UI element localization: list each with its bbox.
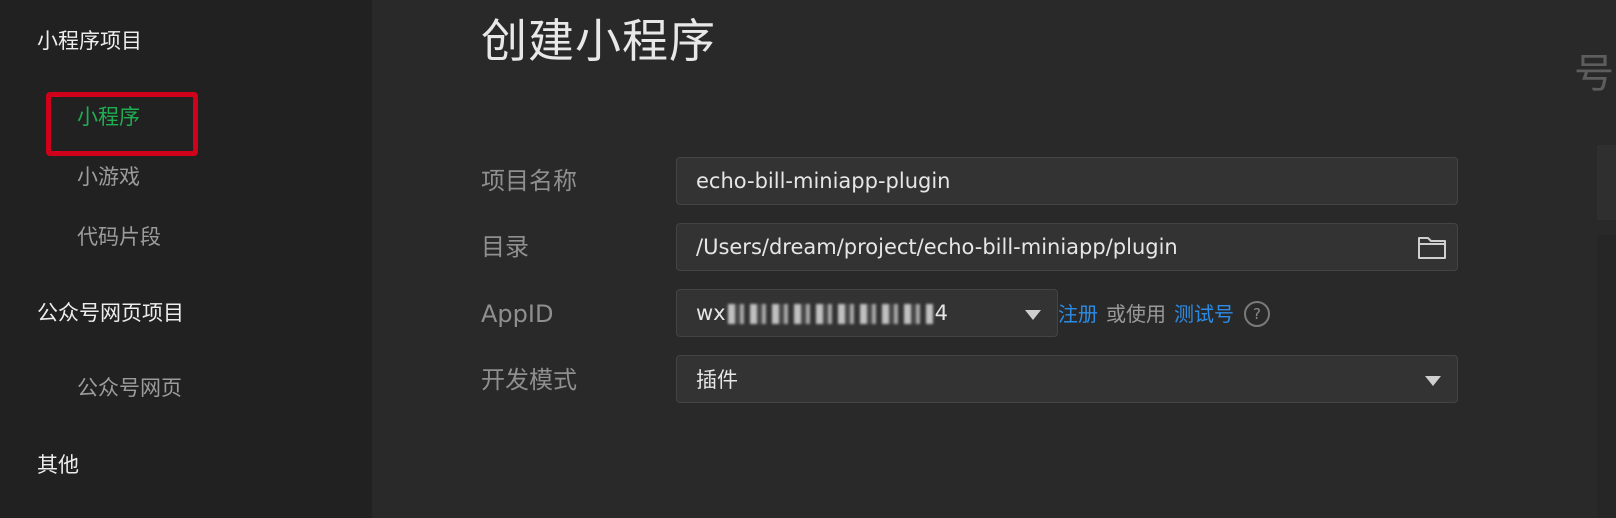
page-title: 创建小程序: [481, 14, 716, 68]
dev-mode-value: 插件: [696, 368, 738, 392]
chevron-down-icon[interactable]: [1025, 310, 1041, 320]
project-name-label: 项目名称: [481, 167, 577, 195]
directory-input[interactable]: /Users/dream/project/echo-bill-miniapp/p…: [676, 223, 1458, 271]
appid-select[interactable]: wx 4: [676, 289, 1058, 337]
edge-panel-lower: [1597, 235, 1616, 518]
create-miniprogram-window: 小程序项目 小程序 小游戏 代码片段 公众号网页项目 公众号网页 其他 创建小程…: [0, 0, 1616, 518]
sidebar-item-code-snippet[interactable]: 代码片段: [77, 227, 161, 248]
sidebar: 小程序项目 小程序 小游戏 代码片段 公众号网页项目 公众号网页 其他: [0, 0, 372, 518]
directory-value: /Users/dream/project/echo-bill-miniapp/p…: [696, 235, 1178, 259]
folder-icon[interactable]: [1417, 234, 1447, 260]
project-name-input[interactable]: echo-bill-miniapp-plugin: [676, 157, 1458, 205]
appid-redacted: [727, 304, 933, 324]
appid-label: AppID: [481, 300, 554, 328]
section-title-miniprogram-project: 小程序项目: [37, 29, 142, 53]
chevron-down-icon[interactable]: [1425, 376, 1441, 386]
sidebar-item-minigame[interactable]: 小游戏: [77, 167, 140, 188]
edge-partial-text: 号: [1574, 54, 1614, 94]
main-panel: 创建小程序 项目名称 echo-bill-miniapp-plugin 目录 /…: [372, 0, 1616, 518]
project-name-value: echo-bill-miniapp-plugin: [696, 169, 951, 193]
or-use-text: 或使用: [1106, 302, 1166, 326]
appid-extra-actions: 注册 或使用 测试号 ?: [1058, 301, 1270, 327]
appid-value: wx 4: [696, 301, 948, 325]
sidebar-item-miniprogram[interactable]: 小程序: [77, 107, 140, 128]
edge-panel: [1597, 145, 1616, 220]
section-title-official-web-project: 公众号网页项目: [37, 301, 184, 325]
sidebar-item-official-web[interactable]: 公众号网页: [77, 378, 182, 399]
section-title-other[interactable]: 其他: [37, 455, 79, 476]
dev-mode-label: 开发模式: [481, 366, 577, 394]
directory-label: 目录: [481, 233, 529, 261]
register-link[interactable]: 注册: [1058, 304, 1098, 324]
help-circle-icon[interactable]: ?: [1244, 301, 1270, 327]
dev-mode-select[interactable]: 插件: [676, 355, 1458, 403]
test-account-link[interactable]: 测试号: [1174, 304, 1234, 324]
